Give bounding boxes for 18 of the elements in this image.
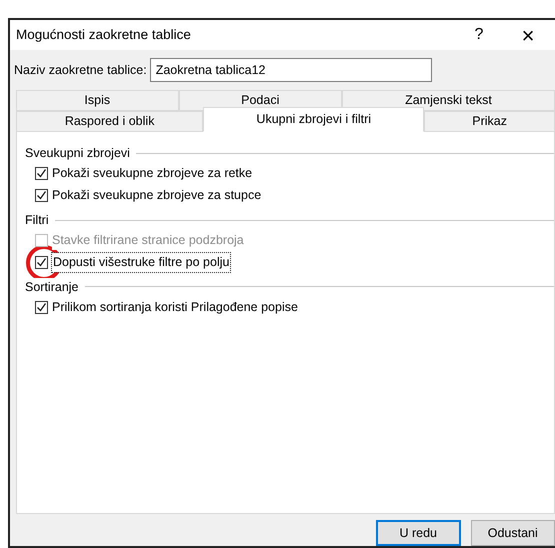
checkbox[interactable] [35, 189, 48, 202]
help-button[interactable]: ? [457, 23, 501, 47]
tab[interactable]: Prikaz [424, 111, 555, 132]
checkbox[interactable] [35, 167, 48, 180]
window-title: Mogućnosti zaokretne tablice [16, 26, 192, 44]
section-title: Sortiranje [25, 278, 78, 296]
checkbox-label: Dopusti višestruke filtre po polju [52, 253, 230, 272]
tab[interactable]: Zamjenski tekst [342, 90, 555, 111]
dialog-button[interactable]: U redu [376, 520, 461, 546]
dialog-button[interactable]: Odustani [470, 520, 555, 546]
field-label: Naziv zaokretne tablice: [14, 62, 147, 79]
checkbox[interactable] [35, 256, 48, 269]
tab[interactable]: Ispis [16, 90, 178, 111]
tab[interactable]: Ukupni zbrojevi i filtri [203, 107, 424, 132]
close-button[interactable]: × [501, 20, 555, 52]
checkbox[interactable] [35, 300, 48, 314]
tab[interactable]: Raspored i oblik [16, 111, 204, 132]
name-field[interactable]: Zaokretna tablica12 [150, 58, 432, 82]
